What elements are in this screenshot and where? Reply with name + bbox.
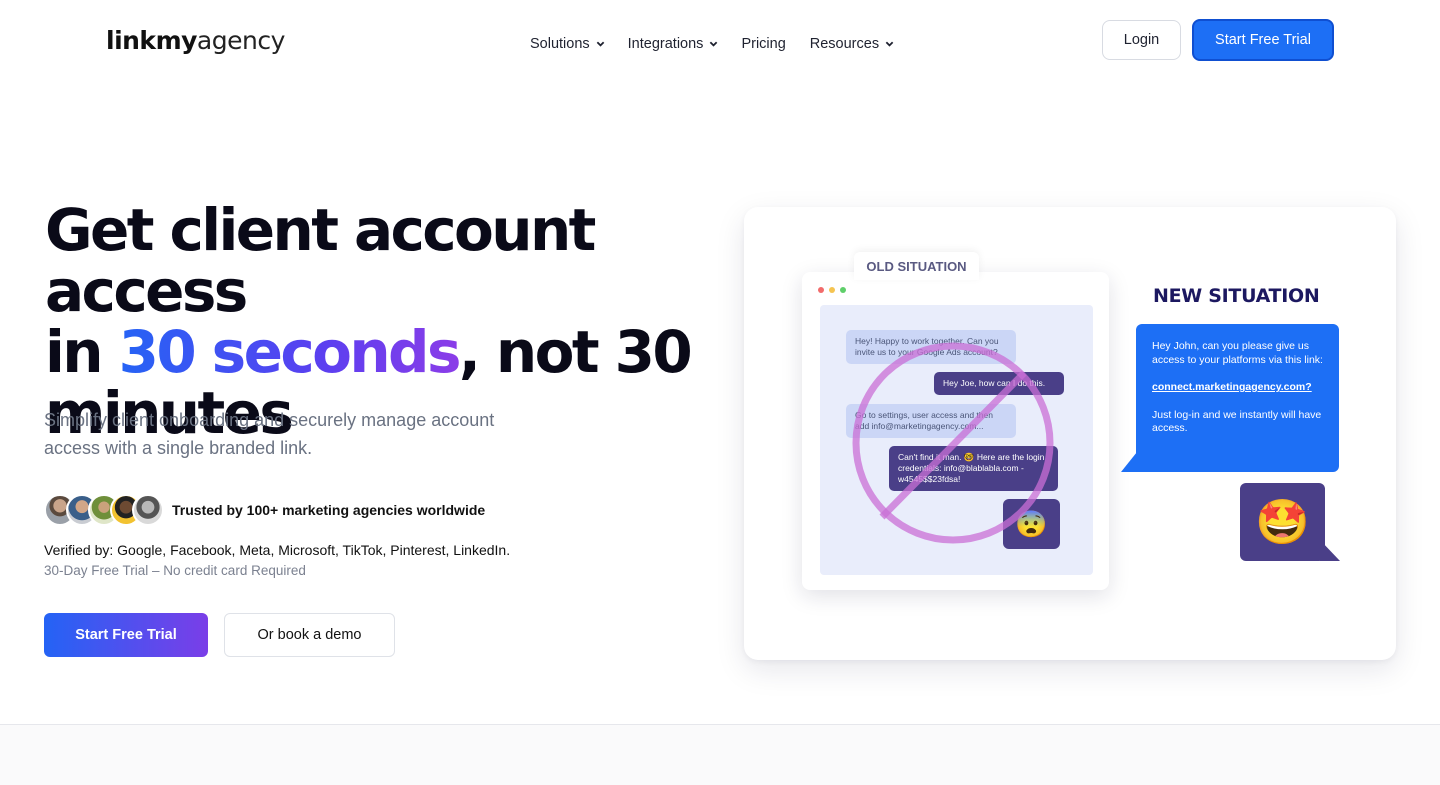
bubble-tail-icon: [1121, 452, 1145, 472]
window-dot-yellow: [829, 287, 835, 293]
hero-subtitle: Simplify client onboarding and securely …: [44, 410, 495, 458]
nav-label: Pricing: [741, 36, 786, 52]
trial-note: 30-Day Free Trial – No credit card Requi…: [44, 563, 306, 578]
window-dot-red: [818, 287, 824, 293]
logo-light-text: agency: [196, 26, 285, 55]
chevron-down-icon: [596, 40, 604, 48]
book-demo-button[interactable]: Or book a demo: [224, 613, 395, 657]
logo-bold-text: linkmy: [106, 26, 197, 55]
chevron-down-icon: [709, 40, 718, 48]
nav-label: Integrations: [627, 36, 704, 52]
new-message-followup: Just log-in and we instantly will have a…: [1152, 408, 1322, 435]
new-situation-label: NEW SITUATION: [1153, 285, 1320, 307]
avatar: [132, 494, 164, 526]
avatar-group: [44, 494, 164, 526]
emoji-bubble-tail-icon: [1320, 540, 1340, 561]
old-situation-window: Hey! Happy to work together. Can you inv…: [802, 272, 1109, 590]
old-chat-area: Hey! Happy to work together. Can you inv…: [820, 305, 1093, 575]
nav-item-solutions[interactable]: Solutions: [530, 36, 604, 52]
old-situation-label: OLD SITUATION: [854, 252, 979, 280]
new-message-text: Hey John, can you please give us access …: [1152, 340, 1323, 366]
nav-label: Solutions: [530, 36, 590, 52]
brand-logo[interactable]: linkmyagency: [106, 26, 285, 55]
window-dot-green: [840, 287, 846, 293]
trusted-text: Trusted by 100+ marketing agencies world…: [172, 502, 486, 518]
prohibited-icon: [852, 342, 1054, 544]
hero-title-highlight: 30 seconds: [118, 318, 462, 386]
hero-title-line1: Get client account access: [45, 196, 596, 325]
nav-item-pricing[interactable]: Pricing: [741, 36, 785, 52]
nav-item-resources[interactable]: Resources: [809, 36, 894, 52]
start-free-trial-header-button[interactable]: Start Free Trial: [1192, 19, 1334, 61]
main-nav: Solutions Integrations Pricing Resources: [530, 36, 894, 52]
login-button[interactable]: Login: [1102, 20, 1181, 60]
new-situation-bubble: Hey John, can you please give us access …: [1136, 324, 1339, 472]
integrations-section-band: [0, 724, 1440, 785]
new-message-link: connect.marketingagency.com?: [1152, 381, 1312, 393]
hero-title-in: in: [45, 318, 119, 386]
nav-label: Resources: [809, 36, 880, 52]
chevron-down-icon: [885, 40, 894, 48]
nav-item-integrations[interactable]: Integrations: [628, 36, 718, 52]
start-free-trial-button[interactable]: Start Free Trial: [44, 613, 208, 657]
verified-text: Verified by: Google, Facebook, Meta, Mic…: [44, 542, 511, 558]
hero-title-rest: , not 30: [458, 318, 693, 386]
star-struck-emoji: 🤩: [1240, 483, 1325, 561]
